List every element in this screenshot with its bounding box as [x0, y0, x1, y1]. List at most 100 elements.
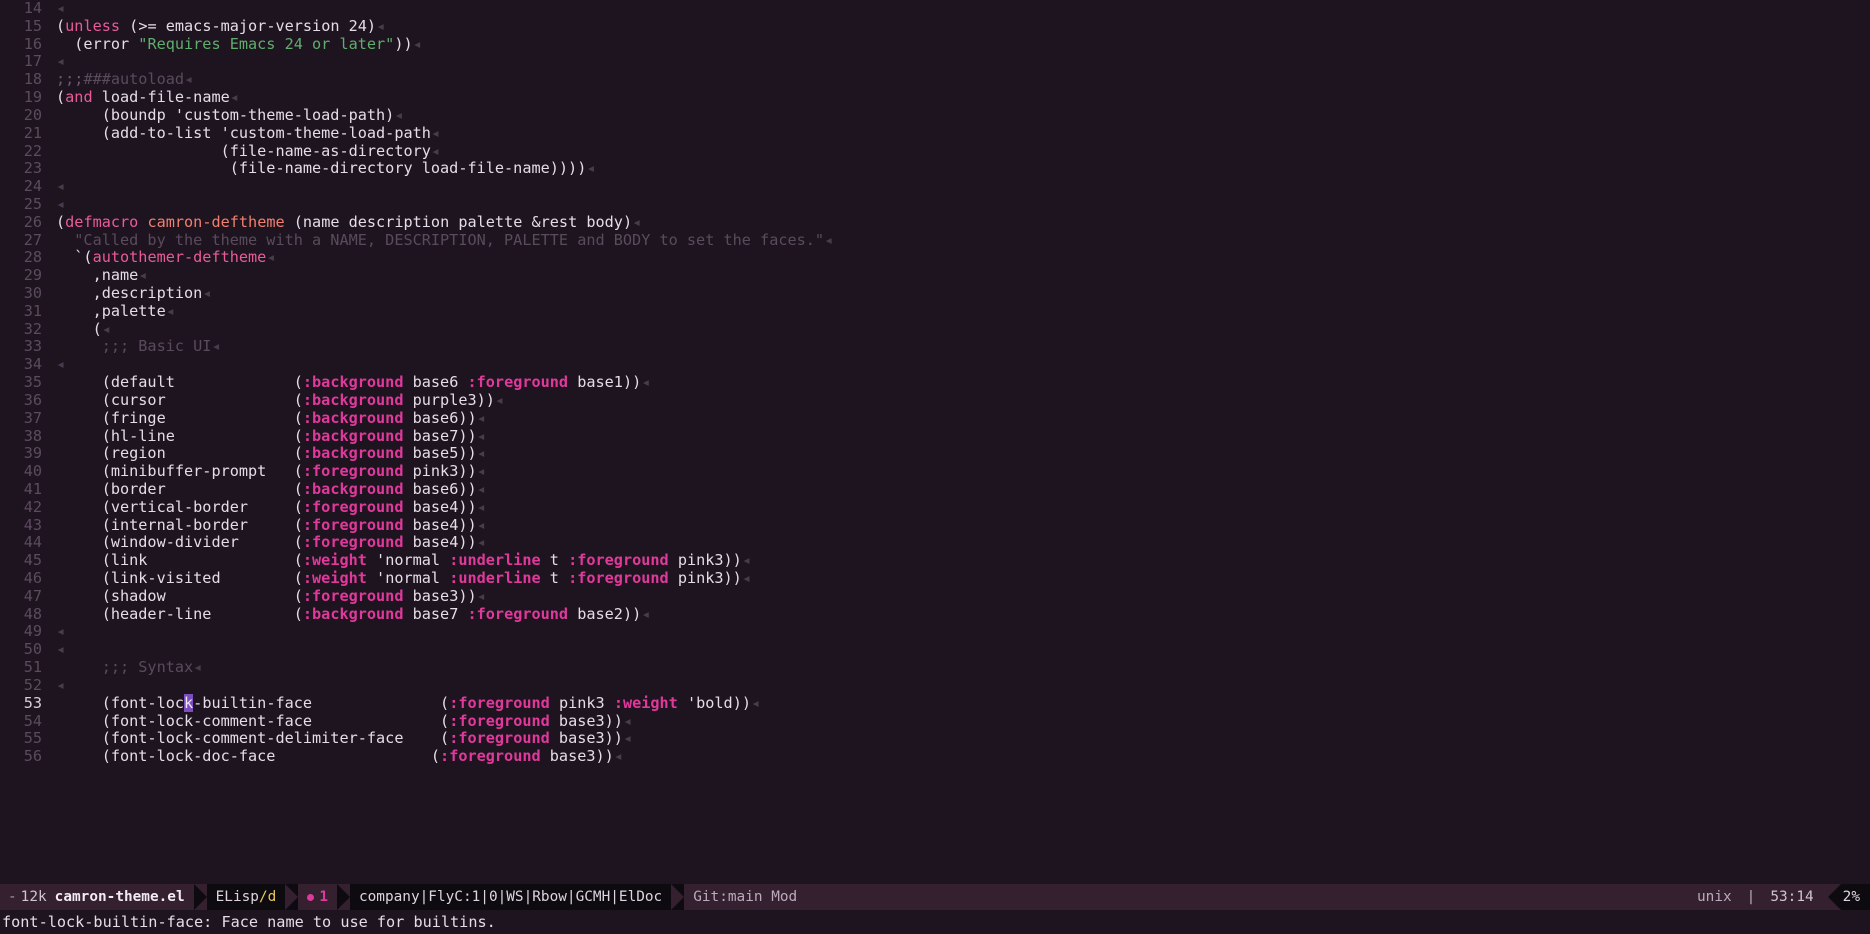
chevron-right-icon — [671, 884, 685, 910]
code-line[interactable]: 29 ,name◂ — [0, 266, 1870, 285]
code-token: :weight — [302, 569, 367, 587]
code-line[interactable]: 51 ;;; Syntax◂ — [0, 658, 1870, 677]
code-line[interactable]: 43 (internal-border (:foreground base4))… — [0, 515, 1870, 535]
code-token: base1)) — [568, 373, 642, 392]
mode-line-right: unix | 53:14 2% — [1688, 884, 1870, 910]
code-token: (font-lock-doc-face ( — [56, 747, 441, 766]
code-line[interactable]: 24 ◂ — [0, 177, 1870, 196]
code-token: base3)) — [549, 729, 623, 748]
line-number: 28 — [23, 248, 42, 267]
mode-line-left: - 12k camron-theme.el ELisp / d 1 company|… — [0, 884, 807, 910]
code-line[interactable]: 31 ,palette◂ — [0, 301, 1870, 321]
mode-line[interactable]: - 12k camron-theme.el ELisp / d 1 company|… — [0, 884, 1870, 910]
code-line[interactable]: 33 ;;; Basic UI◂ — [0, 338, 1870, 356]
newline-mark-icon: ◂ — [394, 105, 404, 124]
code-token: base3)) — [540, 747, 614, 766]
code-token: pink3)) — [668, 551, 742, 570]
line-text: (file-name-directory load-file-name))))◂ — [56, 159, 596, 178]
code-line[interactable]: 37 (fringe (:background base6))◂ — [0, 408, 1870, 428]
code-line[interactable]: 22 (file-name-as-directory◂ — [0, 141, 1870, 161]
chevron-left-icon — [1827, 884, 1841, 910]
code-token: ( — [56, 319, 102, 338]
newline-mark-icon: ◂ — [56, 675, 66, 694]
code-line[interactable]: 48 (header-line (:background base7 :fore… — [0, 605, 1870, 624]
code-line[interactable]: 18 ;;;###autoload◂ — [0, 70, 1870, 89]
code-line[interactable]: 26 (defmacro camron-deftheme (name descri… — [0, 212, 1870, 232]
flycheck-error-indicator[interactable]: 1 — [298, 884, 337, 910]
code-line[interactable]: 15 (unless (>= emacs-major-version 24)◂ — [0, 16, 1870, 36]
code-line[interactable]: 14 ◂ — [0, 0, 1870, 18]
minor-modes[interactable]: company|FlyC:1|0|WS|Rbow|GCMH|ElDoc — [349, 884, 672, 910]
line-text: "Called by the theme with a NAME, DESCRI… — [56, 231, 833, 250]
line-number: 16 — [23, 34, 42, 53]
line-number: 30 — [23, 284, 42, 302]
code-line[interactable]: 49 ◂ — [0, 623, 1870, 641]
code-token: (cursor ( — [56, 390, 303, 409]
line-text: (font-lock-comment-face (:foreground bas… — [56, 711, 633, 731]
code-line[interactable]: 45 (link (:weight 'normal :underline t :… — [0, 551, 1870, 570]
code-line[interactable]: 27 "Called by the theme with a NAME, DES… — [0, 231, 1870, 250]
code-token: base7)) — [403, 426, 477, 445]
code-line[interactable]: 53 (font-lock-builtin-face (:foreground … — [0, 693, 1870, 713]
code-token: defmacro — [65, 212, 139, 231]
code-token: :background — [302, 479, 404, 498]
buffer-modified-indicator: - — [0, 884, 21, 910]
line-text: ,description◂ — [56, 284, 212, 303]
line-number: 35 — [23, 373, 42, 392]
line-text: (vertical-border (:foreground base4))◂ — [56, 498, 486, 517]
code-line[interactable]: 34 ◂ — [0, 355, 1870, 374]
buffer-name[interactable]: camron-theme.el — [52, 884, 194, 910]
code-line[interactable]: 21 (add-to-list 'custom-theme-load-path◂ — [0, 123, 1870, 143]
line-text: (cursor (:background purple3))◂ — [56, 390, 504, 410]
code-token: base4)) — [403, 533, 477, 552]
code-line[interactable]: 55 (font-lock-comment-delimiter-face (:f… — [0, 729, 1870, 748]
code-line[interactable]: 50 ◂ — [0, 640, 1870, 659]
vcs-status[interactable]: Git:main Mod — [684, 884, 807, 910]
code-line[interactable]: 35 (default (:background base6 :foregrou… — [0, 373, 1870, 392]
code-line[interactable]: 46 (link-visited (:weight 'normal :under… — [0, 569, 1870, 588]
code-line[interactable]: 19 (and load-file-name◂ — [0, 88, 1870, 107]
code-token: ( — [56, 16, 66, 35]
code-line[interactable]: 42 (vertical-border (:foreground base4))… — [0, 498, 1870, 517]
code-token: (internal-border ( — [56, 515, 303, 534]
line-text: ◂ — [56, 195, 65, 214]
major-mode-separator: / — [258, 889, 268, 905]
code-token: :weight — [613, 693, 678, 712]
code-buffer[interactable]: 14 ◂ 15 (unless (>= emacs-major-version 24)… — [0, 0, 1870, 884]
code-line[interactable]: 39 (region (:background base5))◂ — [0, 444, 1870, 463]
code-line[interactable]: 40 (minibuffer-prompt (:foreground pink3… — [0, 462, 1870, 481]
code-line[interactable]: 36 (cursor (:background purple3))◂ — [0, 390, 1870, 410]
major-mode[interactable]: ELisp / d — [206, 884, 286, 910]
line-text: (add-to-list 'custom-theme-load-path◂ — [56, 124, 440, 143]
code-line[interactable]: 28 `(autothemer-deftheme◂ — [0, 248, 1870, 267]
code-line[interactable]: 44 (window-divider (:foreground base4))◂ — [0, 533, 1870, 552]
code-line[interactable]: 47 (shadow (:foreground base3))◂ — [0, 587, 1870, 606]
line-text: `(autothemer-deftheme◂ — [56, 248, 275, 267]
newline-mark-icon: ◂ — [202, 284, 212, 302]
code-token: 'normal — [366, 551, 450, 570]
code-line[interactable]: 41 (border (:background base6))◂ — [0, 479, 1870, 499]
code-line[interactable]: 16 (error "Requires Emacs 24 or later"))… — [0, 34, 1870, 54]
code-line[interactable]: 52 ◂ — [0, 675, 1870, 695]
code-line[interactable]: 54 (font-lock-comment-face (:foreground … — [0, 711, 1870, 731]
line-number: 29 — [23, 266, 42, 285]
code-line[interactable]: 17 ◂ — [0, 53, 1870, 71]
code-line[interactable]: 30 ,description◂ — [0, 284, 1870, 303]
code-line[interactable]: 20 (boundp 'custom-theme-load-path)◂ — [0, 105, 1870, 125]
newline-mark-icon: ◂ — [165, 301, 175, 320]
newline-mark-icon: ◂ — [56, 52, 66, 71]
line-number: 25 — [23, 194, 42, 213]
code-line[interactable]: 25 ◂ — [0, 194, 1870, 214]
code-line[interactable]: 56 (font-lock-doc-face (:foreground base… — [0, 747, 1870, 766]
code-token: :foreground — [302, 462, 404, 481]
code-line[interactable]: 38 (hl-line (:background base7))◂ — [0, 426, 1870, 446]
newline-mark-icon: ◂ — [430, 141, 441, 160]
code-line[interactable]: 32 (◂ — [0, 319, 1870, 339]
newline-mark-icon: ◂ — [476, 462, 486, 481]
buffer-encoding[interactable]: unix — [1688, 884, 1741, 910]
code-token: :background — [302, 408, 404, 427]
line-text: (default (:background base6 :foreground … — [56, 373, 651, 392]
line-number: 21 — [23, 123, 42, 142]
newline-mark-icon: ◂ — [622, 711, 633, 730]
code-line[interactable]: 23 (file-name-directory load-file-name))… — [0, 159, 1870, 178]
